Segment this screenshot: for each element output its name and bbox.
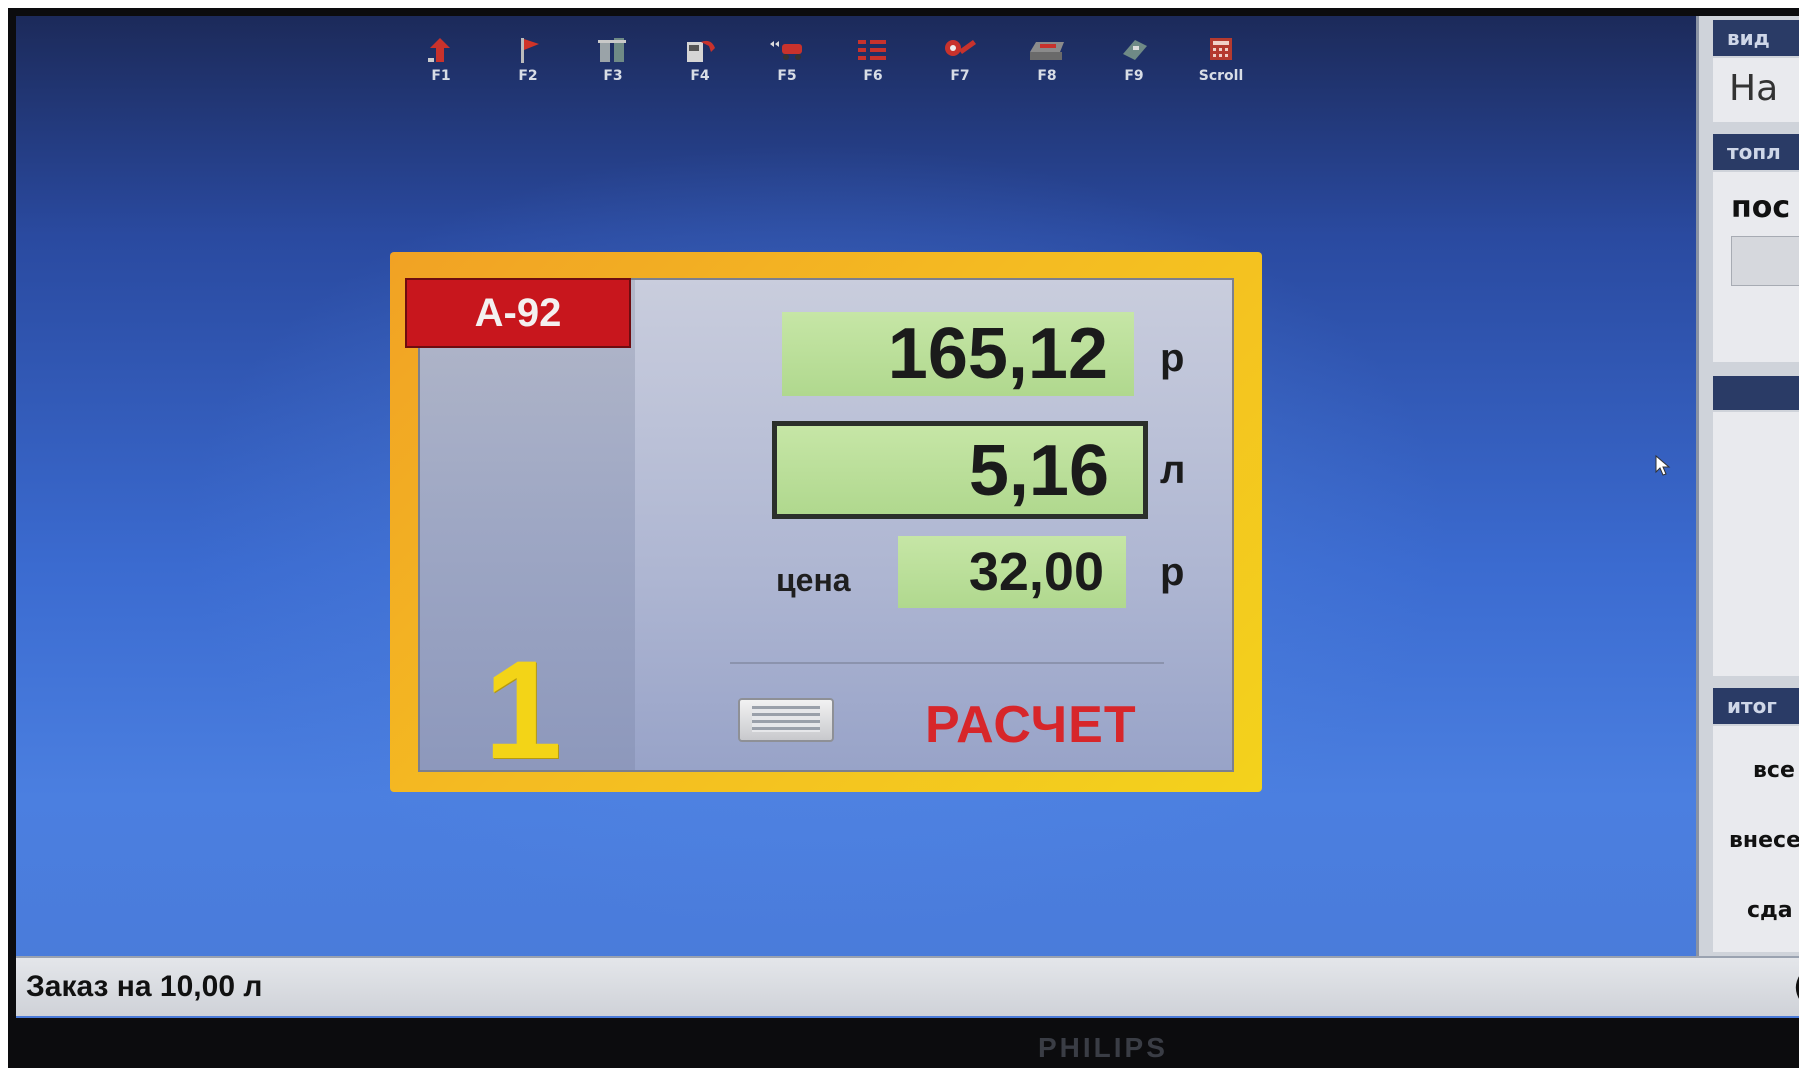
totals-section: все внесе сда bbox=[1713, 726, 1799, 952]
fuel-section: пос bbox=[1713, 172, 1799, 362]
tanker-icon bbox=[768, 36, 806, 64]
calculator-icon bbox=[1202, 36, 1240, 64]
price-label: цена bbox=[776, 562, 851, 598]
price-field[interactable]: 32,00 bbox=[898, 536, 1126, 608]
f3-button[interactable]: F3 bbox=[573, 26, 653, 94]
f5-label: F5 bbox=[777, 68, 797, 84]
receipt-printer-icon[interactable] bbox=[738, 698, 834, 742]
pump-number: 1 bbox=[484, 631, 562, 788]
fuel-section-text: пос bbox=[1731, 190, 1791, 225]
f7-button[interactable]: F7 bbox=[920, 26, 1000, 94]
f8-label: F8 bbox=[1037, 68, 1057, 84]
f2-button[interactable]: F2 bbox=[488, 26, 568, 94]
total-change-label: сда bbox=[1747, 898, 1793, 923]
cash-drawer-icon bbox=[1028, 36, 1066, 64]
fuel-select-field[interactable] bbox=[1731, 236, 1799, 286]
f9-button[interactable]: F9 bbox=[1094, 26, 1174, 94]
fuel-grade-badge[interactable]: А-92 bbox=[405, 278, 631, 348]
counters-icon bbox=[854, 36, 892, 64]
wrench-icon bbox=[941, 36, 979, 64]
type-field[interactable]: На bbox=[1713, 58, 1799, 122]
panel-header-blank bbox=[1713, 376, 1799, 410]
right-side-panel: вид На топл пос итог все внесе сда bbox=[1696, 16, 1799, 956]
fuel-dispenser-panel[interactable]: А-92 1 165,12 р 5,16 л цена 32,00 р РАСЧ… bbox=[390, 252, 1262, 792]
scroll-label: Scroll bbox=[1198, 68, 1244, 84]
f1-button[interactable]: F1 bbox=[401, 26, 481, 94]
f1-label: F1 bbox=[431, 68, 451, 84]
status-right-fragment: ( bbox=[1793, 970, 1799, 1005]
f4-button[interactable]: F4 bbox=[660, 26, 740, 94]
panel-header-total: итог bbox=[1713, 688, 1799, 724]
f9-label: F9 bbox=[1124, 68, 1144, 84]
order-status-text: Заказ на 10,00 л bbox=[26, 970, 263, 1003]
volume-unit-label: л bbox=[1160, 448, 1186, 492]
f4-label: F4 bbox=[690, 68, 710, 84]
dispenser-side-column: А-92 1 bbox=[405, 278, 635, 780]
f6-label: F6 bbox=[863, 68, 883, 84]
monitor-bezel: F1 F2 F3 F4 F5 F6 F7 F8 F9 Scroll А-92 1… bbox=[8, 8, 1799, 1068]
panel-header-type: вид bbox=[1713, 20, 1799, 56]
arrow-up-icon bbox=[422, 36, 460, 64]
price-unit-label: р bbox=[1160, 550, 1185, 594]
pos-screen: F1 F2 F3 F4 F5 F6 F7 F8 F9 Scroll А-92 1… bbox=[16, 16, 1799, 1018]
f6-button[interactable]: F6 bbox=[833, 26, 913, 94]
total-paid-label: внесе bbox=[1729, 828, 1799, 853]
calculate-button[interactable]: РАСЧЕТ bbox=[925, 695, 1137, 755]
total-all-label: все bbox=[1753, 758, 1795, 783]
monitor-brand-logo: PHILIPS bbox=[1038, 1032, 1168, 1063]
fuel-nozzle-icon bbox=[681, 36, 719, 64]
f8-button[interactable]: F8 bbox=[1007, 26, 1087, 94]
blank-section bbox=[1713, 412, 1799, 676]
scroll-button[interactable]: Scroll bbox=[1181, 26, 1261, 94]
f5-button[interactable]: F5 bbox=[747, 26, 827, 94]
status-bar: Заказ на 10,00 л ( bbox=[16, 956, 1799, 1016]
card-icon bbox=[1115, 36, 1153, 64]
volume-field[interactable]: 5,16 bbox=[772, 421, 1148, 519]
sum-unit-label: р bbox=[1160, 336, 1185, 380]
dispenser-icon bbox=[594, 36, 632, 64]
sum-amount-field[interactable]: 165,12 bbox=[782, 312, 1134, 396]
f2-label: F2 bbox=[518, 68, 538, 84]
f7-label: F7 bbox=[950, 68, 970, 84]
flag-icon bbox=[509, 36, 547, 64]
panel-header-fuel: топл bbox=[1713, 134, 1799, 170]
type-value: На bbox=[1729, 68, 1779, 109]
dispenser-display: А-92 1 165,12 р 5,16 л цена 32,00 р РАСЧ… bbox=[405, 278, 1234, 780]
divider bbox=[730, 662, 1164, 664]
f3-label: F3 bbox=[603, 68, 623, 84]
